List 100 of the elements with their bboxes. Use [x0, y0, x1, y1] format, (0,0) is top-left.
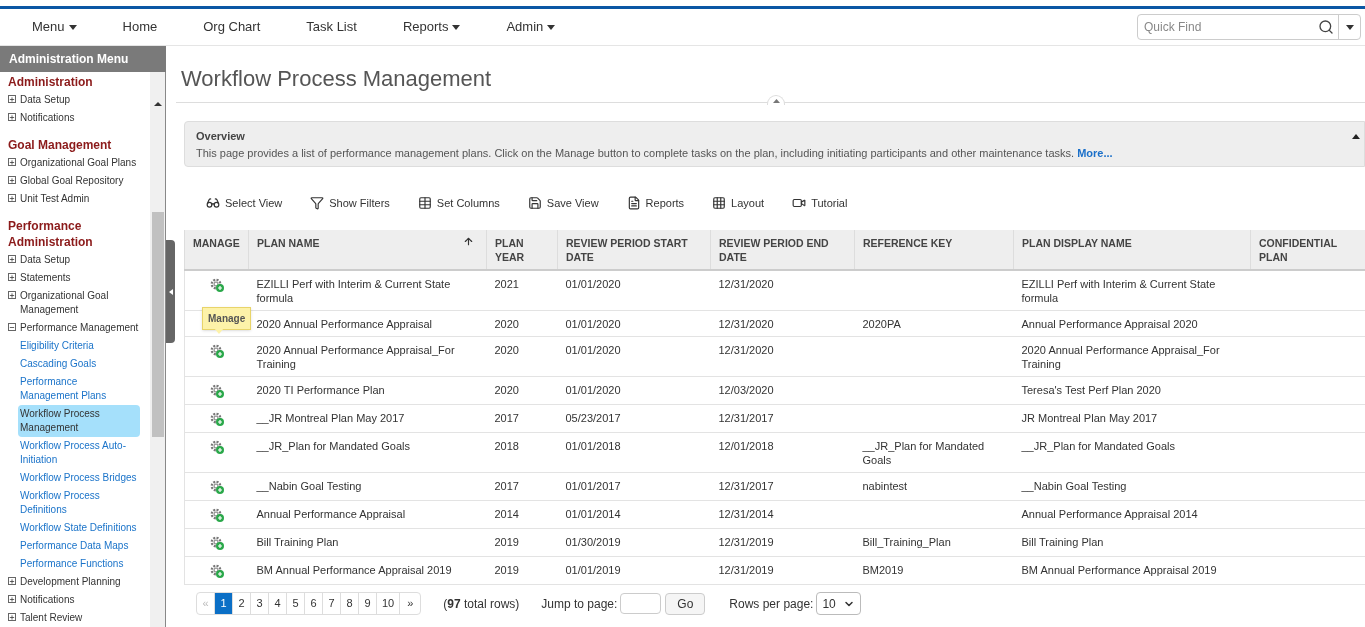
menu-link[interactable]: Workflow Process Definitions: [18, 487, 140, 519]
toolbar-button[interactable]: Show Filters: [310, 194, 390, 212]
menu-link[interactable]: Performance Functions: [18, 555, 140, 573]
expand-icon[interactable]: [8, 595, 16, 603]
nav-menu-item[interactable]: Org Chart: [203, 17, 261, 37]
gear-icon[interactable]: [208, 343, 225, 359]
column-header[interactable]: REFERENCE KEY: [854, 230, 1014, 270]
column-header[interactable]: PLAN DISPLAY NAME: [1013, 230, 1251, 270]
page-button[interactable]: 1: [215, 593, 233, 614]
menu-link[interactable]: Workflow Process Auto-Initiation: [18, 437, 140, 469]
tree-item[interactable]: Development Planning: [20, 575, 121, 589]
gear-icon[interactable]: [208, 439, 225, 455]
search-icon[interactable]: [1318, 19, 1334, 35]
expand-icon[interactable]: [8, 176, 16, 184]
gear-icon[interactable]: [208, 563, 225, 579]
page-button[interactable]: 6: [305, 593, 323, 614]
gear-icon[interactable]: [208, 411, 225, 427]
menu-link[interactable]: Performance Management Plans: [18, 373, 140, 405]
sidebar-header: Administration Menu: [0, 46, 166, 72]
expand-icon[interactable]: [8, 95, 16, 103]
table-cell: BM2019: [854, 556, 1014, 585]
toolbar-button[interactable]: Save View: [527, 194, 599, 212]
column-header[interactable]: MANAGE: [184, 230, 249, 270]
nav-menu-item[interactable]: Admin: [506, 17, 556, 37]
layout-icon: [712, 196, 727, 210]
table-cell: 01/01/2020: [557, 270, 711, 311]
collapse-button[interactable]: [767, 95, 785, 105]
gear-icon[interactable]: [208, 383, 225, 399]
table-cell: 01/01/2018: [557, 432, 711, 473]
tree-item[interactable]: Organizational Goal Management: [20, 289, 150, 317]
nav-menu-item[interactable]: Menu: [32, 17, 77, 37]
next-page-button[interactable]: »: [400, 593, 421, 614]
tree-item[interactable]: Statements: [20, 271, 71, 285]
search-box[interactable]: Quick Find: [1137, 14, 1361, 40]
column-header[interactable]: PLAN NAME: [248, 230, 487, 270]
table-cell: 01/01/2017: [557, 472, 711, 501]
tree-item[interactable]: Global Goal Repository: [20, 174, 124, 188]
toolbar-button[interactable]: Tutorial: [792, 194, 848, 212]
column-header[interactable]: REVIEW PERIOD START DATE: [557, 230, 711, 270]
gear-icon[interactable]: [208, 507, 225, 523]
menu-link[interactable]: Performance Data Maps: [18, 537, 140, 555]
nav-menu-item[interactable]: Reports: [402, 17, 461, 37]
page-title: Workflow Process Management: [181, 65, 492, 93]
page-button[interactable]: 4: [269, 593, 287, 614]
toolbar-button[interactable]: Set Columns: [417, 194, 500, 212]
tree-item[interactable]: Unit Test Admin: [20, 192, 90, 206]
table-cell: 2020: [486, 336, 558, 377]
nav-menu-item[interactable]: Home: [122, 17, 158, 37]
gear-icon[interactable]: [208, 535, 225, 551]
menu-link[interactable]: Eligibility Criteria: [18, 337, 140, 355]
scrollbar[interactable]: [150, 72, 166, 627]
expand-icon[interactable]: [8, 255, 16, 263]
tree-item[interactable]: Data Setup: [20, 93, 71, 107]
table-cell: 01/30/2019: [557, 528, 711, 557]
page-button[interactable]: 10: [377, 593, 401, 614]
gear-icon[interactable]: [208, 479, 225, 495]
tree-item[interactable]: Performance Management: [20, 321, 139, 335]
tree-item[interactable]: Talent Review: [20, 611, 83, 625]
page-button[interactable]: 7: [323, 593, 341, 614]
expand-icon[interactable]: [8, 158, 16, 166]
search-field[interactable]: Quick Find: [1144, 18, 1312, 36]
menu-link[interactable]: Workflow Process Management: [18, 405, 140, 437]
nav-menu-item[interactable]: Task List: [306, 17, 357, 37]
column-header[interactable]: PLAN YEAR: [486, 230, 558, 270]
tree-item[interactable]: Organizational Goal Plans: [20, 156, 137, 170]
table-cell: 12/31/2019: [710, 556, 855, 585]
expand-icon[interactable]: [8, 613, 16, 621]
collapse-icon[interactable]: [1352, 134, 1360, 139]
page-button[interactable]: 3: [251, 593, 269, 614]
more-link[interactable]: More...: [1077, 146, 1113, 159]
tree-item[interactable]: Data Setup: [20, 253, 71, 267]
table-cell: __JR_Plan for Mandated Goals: [1013, 432, 1251, 473]
column-header[interactable]: CONFIDENTIAL PLAN: [1250, 230, 1365, 270]
page-button[interactable]: 8: [341, 593, 359, 614]
expand-icon[interactable]: [8, 194, 16, 202]
expand-icon[interactable]: [8, 291, 16, 299]
menu-link[interactable]: Cascading Goals: [18, 355, 140, 373]
table-cell: 2019: [486, 528, 558, 557]
section-title: Performance Administration: [8, 218, 94, 250]
expand-icon[interactable]: [8, 577, 16, 585]
page-button[interactable]: 5: [287, 593, 305, 614]
menu-link[interactable]: Workflow Process Bridges: [18, 469, 140, 487]
page-input[interactable]: [620, 593, 662, 614]
toolbar-button[interactable]: Select View: [206, 194, 283, 212]
expand-icon[interactable]: [8, 273, 16, 281]
expand-icon[interactable]: [8, 113, 16, 121]
toolbar-button[interactable]: Reports: [626, 194, 685, 212]
tree-item[interactable]: Notifications: [20, 593, 75, 607]
tree-item[interactable]: Notifications: [20, 111, 75, 125]
menu-link[interactable]: Workflow State Definitions: [18, 519, 140, 537]
go-button[interactable]: Go: [665, 592, 706, 615]
collapse-handle[interactable]: [166, 240, 175, 343]
table-cell: Annual Performance Appraisal: [248, 500, 487, 529]
gear-icon[interactable]: [208, 277, 225, 293]
page-button[interactable]: 2: [233, 593, 251, 614]
toolbar-button[interactable]: Layout: [712, 194, 765, 212]
rows-per-page-select[interactable]: 10: [816, 592, 862, 615]
column-header[interactable]: REVIEW PERIOD END DATE: [710, 230, 855, 270]
page-button[interactable]: 9: [359, 593, 377, 614]
rows-per-page-label: Rows per page:: [729, 595, 814, 613]
